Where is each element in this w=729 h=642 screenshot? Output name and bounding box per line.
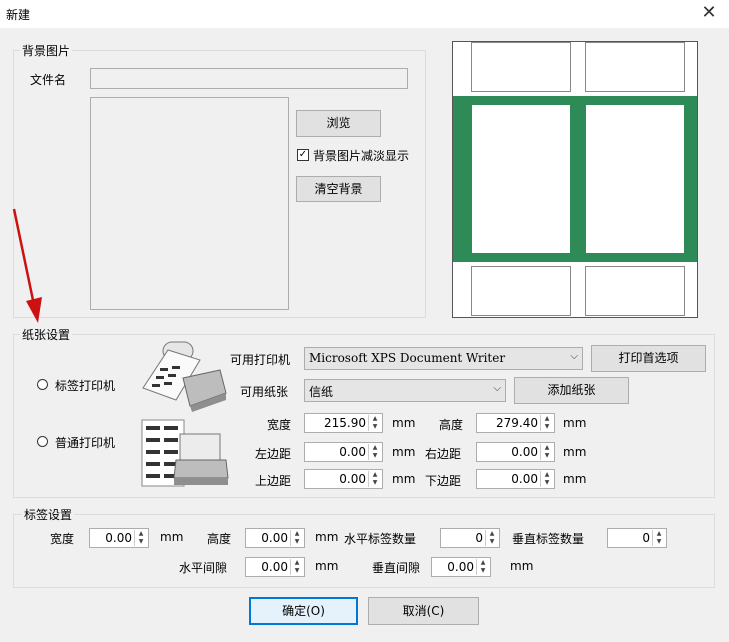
horizontal-gap-label: 水平间隙 <box>179 561 228 575</box>
paper-height-unit: mm <box>563 416 587 430</box>
spinner-arrows-icon[interactable]: ▲ ▼ <box>540 471 553 487</box>
right-margin-label: 右边距 <box>425 447 462 461</box>
left-margin-label: 左边距 <box>255 447 292 461</box>
right-margin-unit: mm <box>563 445 587 459</box>
preview-label-cell <box>585 42 685 92</box>
printer-label: 可用打印机 <box>230 353 291 367</box>
fade-label: 背景图片减淡显示 <box>313 149 410 163</box>
label-printer-radio[interactable] <box>37 379 48 390</box>
print-preferences-button[interactable]: 打印首选项 <box>591 345 706 372</box>
paper-label: 可用纸张 <box>240 385 289 399</box>
bottom-margin-input[interactable]: 0.00 ▲ ▼ <box>476 469 555 489</box>
left-margin-unit: mm <box>392 445 416 459</box>
vertical-gap-unit: mm <box>510 559 534 573</box>
label-printer-label: 标签打印机 <box>55 379 116 393</box>
preview-label-cell <box>585 104 685 254</box>
horizontal-gap-input[interactable]: 0.00 ▲ ▼ <box>245 557 305 577</box>
paper-width-unit: mm <box>392 416 416 430</box>
right-margin-input[interactable]: 0.00 ▲ ▼ <box>476 442 555 462</box>
background-preview-box <box>90 97 289 310</box>
printer-select[interactable]: Microsoft XPS Document Writer ⌵ <box>304 347 583 370</box>
horizontal-gap-unit: mm <box>315 559 339 573</box>
label-height-unit: mm <box>315 530 339 544</box>
label-height-label: 高度 <box>207 532 232 546</box>
paper-select[interactable]: 信纸 ⌵ <box>304 379 506 402</box>
spinner-arrows-icon[interactable]: ▲ ▼ <box>476 559 489 575</box>
spinner-arrows-icon[interactable]: ▲ ▼ <box>290 559 303 575</box>
vertical-gap-label: 垂直间隙 <box>372 561 421 575</box>
preview-label-cell <box>471 42 571 92</box>
paper-width-label: 宽度 <box>267 418 292 432</box>
spinner-arrows-icon[interactable]: ▲ ▼ <box>368 471 381 487</box>
window-title: 新建 <box>6 8 31 22</box>
spinner-arrows-icon[interactable]: ▲ ▼ <box>485 530 498 546</box>
paper-settings-legend: 纸张设置 <box>20 326 73 343</box>
label-width-unit: mm <box>160 530 184 544</box>
spinner-arrows-icon[interactable]: ▲ ▼ <box>368 415 381 431</box>
preview-label-cell <box>585 266 685 316</box>
label-settings-legend: 标签设置 <box>22 506 75 523</box>
vertical-count-label: 垂直标签数量 <box>512 532 585 546</box>
chevron-down-icon: ⌵ <box>493 383 501 394</box>
paper-height-label: 高度 <box>439 418 464 432</box>
label-printer-icon <box>142 341 227 412</box>
spinner-arrows-icon[interactable]: ▲ ▼ <box>652 530 665 546</box>
left-margin-input[interactable]: 0.00 ▲ ▼ <box>304 442 383 462</box>
browse-button[interactable]: 浏览 <box>296 110 381 137</box>
spinner-arrows-icon[interactable]: ▲ ▼ <box>540 415 553 431</box>
red-arrow-icon <box>12 208 42 323</box>
spinner-arrows-icon[interactable]: ▲ ▼ <box>368 444 381 460</box>
chevron-down-icon: ⌵ <box>570 351 578 362</box>
spinner-arrows-icon[interactable]: ▲ ▼ <box>290 530 303 546</box>
vertical-gap-input[interactable]: 0.00 ▲ ▼ <box>431 557 491 577</box>
checkmark-icon: ✓ <box>298 149 308 160</box>
label-width-input[interactable]: 0.00 ▲ ▼ <box>89 528 149 548</box>
ok-button[interactable]: 确定(O) <box>249 597 358 625</box>
cancel-button[interactable]: 取消(C) <box>368 597 479 625</box>
normal-printer-radio[interactable] <box>37 436 48 447</box>
title-bar <box>0 0 729 28</box>
preview-highlight-band <box>453 96 697 262</box>
paper-width-input[interactable]: 215.90 ▲ ▼ <box>304 413 383 433</box>
label-width-label: 宽度 <box>50 532 75 546</box>
fade-checkbox[interactable]: ✓ <box>297 149 309 161</box>
spinner-arrows-icon[interactable]: ▲ ▼ <box>134 530 147 546</box>
filename-field[interactable] <box>90 68 408 89</box>
close-icon[interactable]: ✕ <box>697 2 721 24</box>
top-margin-unit: mm <box>392 472 416 486</box>
bottom-margin-label: 下边距 <box>425 474 462 488</box>
top-margin-label: 上边距 <box>255 474 292 488</box>
preview-label-cell <box>471 104 571 254</box>
paper-height-input[interactable]: 279.40 ▲ ▼ <box>476 413 555 433</box>
label-settings-group <box>13 514 715 588</box>
spinner-arrows-icon[interactable]: ▲ ▼ <box>540 444 553 460</box>
filename-label: 文件名 <box>30 73 67 87</box>
horizontal-count-label: 水平标签数量 <box>344 532 417 546</box>
normal-printer-label: 普通打印机 <box>55 436 116 450</box>
bottom-margin-unit: mm <box>563 472 587 486</box>
normal-printer-icon <box>141 419 229 487</box>
top-margin-input[interactable]: 0.00 ▲ ▼ <box>304 469 383 489</box>
preview-label-cell <box>471 266 571 316</box>
background-image-legend: 背景图片 <box>20 42 73 59</box>
page-preview <box>452 41 698 318</box>
vertical-count-input[interactable]: 0 ▲ ▼ <box>607 528 667 548</box>
label-height-input[interactable]: 0.00 ▲ ▼ <box>245 528 305 548</box>
add-paper-button[interactable]: 添加纸张 <box>514 377 629 404</box>
horizontal-count-input[interactable]: 0 ▲ ▼ <box>440 528 500 548</box>
clear-background-button[interactable]: 清空背景 <box>296 176 381 202</box>
